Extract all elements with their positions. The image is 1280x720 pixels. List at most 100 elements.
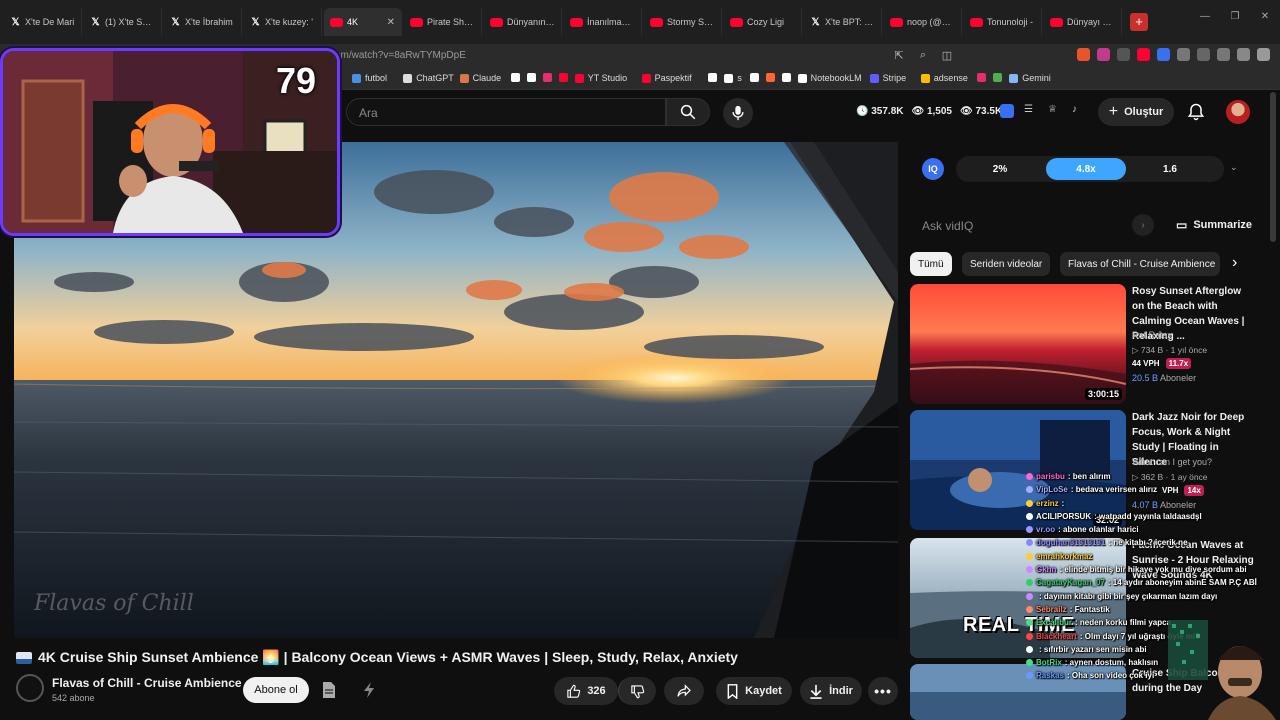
bookmark-item[interactable] (526, 73, 540, 82)
chat-message: parisbu: ben alırım (1026, 470, 1280, 483)
browser-tab[interactable]: 𝕏 X'te De Mari (4, 8, 82, 36)
download-button[interactable]: İndir (800, 677, 862, 705)
trophy-icon[interactable]: ♕ (1048, 104, 1062, 118)
list-icon[interactable]: ☰ (1024, 104, 1038, 118)
bookmark-item[interactable]: Claude (459, 73, 501, 83)
wallet-icon[interactable] (1217, 48, 1230, 61)
x-icon: 𝕏 (11, 16, 20, 28)
bookmark-item[interactable] (765, 73, 779, 82)
extension-icon[interactable] (1117, 48, 1130, 61)
browser-tab[interactable]: 𝕏 (1) X'te Shar (84, 8, 162, 36)
like-button[interactable]: 326 (554, 677, 618, 705)
account-avatar[interactable] (1226, 100, 1250, 124)
vidiq-icon[interactable] (1000, 104, 1014, 118)
chip-channel[interactable]: Flavas of Chill - Cruise Ambience (1060, 252, 1220, 276)
vidiq-badge[interactable]: IQ (922, 158, 944, 180)
bookmark-item[interactable] (542, 73, 556, 82)
zoom-icon[interactable]: ⌕ (916, 48, 930, 62)
bookmark-item[interactable] (993, 73, 1006, 82)
lightning-icon[interactable] (358, 679, 380, 701)
bookmark-item[interactable]: ChatGPT (403, 73, 454, 83)
vidiq-metric-3[interactable]: 1.6 (1130, 158, 1210, 180)
notification-small-icon[interactable]: ♪ (1072, 104, 1086, 118)
bookmark-item[interactable] (558, 73, 572, 82)
browser-tab[interactable]: 𝕏 X'te BPT: "Bu (804, 8, 882, 36)
summarize-button[interactable]: ▭ Summarize (1176, 218, 1252, 232)
translate-icon[interactable]: ◫ (940, 48, 954, 62)
save-button[interactable]: Kaydet (716, 677, 792, 705)
browser-tab[interactable]: noop (@noo (884, 8, 962, 36)
minimize-icon[interactable]: — (1190, 0, 1220, 32)
vidiq-ext-icon[interactable] (1157, 48, 1170, 61)
new-tab-button[interactable]: + (1130, 13, 1148, 31)
video-thumbnail[interactable]: 3:00:15 (910, 284, 1126, 404)
recommendation-channel[interactable]: What can I get you? (1132, 457, 1212, 467)
bookmark-icon (708, 73, 718, 82)
browser-tab[interactable]: Dünyanın En (484, 8, 562, 36)
transcript-icon[interactable] (318, 679, 340, 701)
vpn-icon[interactable] (1237, 48, 1250, 61)
url-field[interactable]: com/watch?v=8aRwTYMpDpE (330, 50, 466, 61)
share-icon[interactable]: ⇱ (892, 48, 906, 62)
browser-tab[interactable]: Cozy Ligi (724, 8, 802, 36)
chat-text: : aynen dostum, haklısın (1064, 658, 1159, 668)
maximize-icon[interactable]: ❐ (1220, 0, 1250, 32)
puzzle-icon[interactable] (1177, 48, 1190, 61)
bookmark-icon (749, 73, 759, 82)
bookmark-item[interactable]: YT Studio (574, 73, 627, 83)
create-button[interactable]: + Oluştur (1098, 98, 1174, 126)
browser-tab[interactable]: Tonunoloji - (964, 8, 1042, 36)
more-actions-button[interactable]: ••• (868, 677, 898, 705)
vidiq-metric-2[interactable]: 4.8x (1046, 158, 1126, 180)
bookmark-item[interactable]: s (724, 73, 742, 83)
rewards-icon[interactable] (1097, 48, 1110, 61)
browser-tab[interactable]: 𝕏 X'te kuzey: ' (244, 8, 322, 36)
channel-avatar[interactable] (16, 674, 44, 702)
dislike-button[interactable] (618, 677, 656, 705)
browser-tab[interactable]: 4K ✕ (324, 8, 402, 36)
search-input[interactable]: Ara (346, 98, 666, 126)
recommendation-channel[interactable]: Raf Ratay (1132, 330, 1172, 340)
bookmark-item[interactable]: NotebookLM (797, 73, 862, 83)
bookmark-item[interactable]: futbol (352, 73, 387, 83)
voice-search-button[interactable] (723, 98, 753, 128)
chat-badge-icon (1026, 566, 1033, 574)
vph-badge: 44 VPH 11.7x (1132, 358, 1192, 369)
bookmark-item[interactable]: adsense (920, 73, 968, 83)
search-button[interactable] (666, 98, 710, 126)
browser-tab[interactable]: Pirate Ship A (404, 8, 482, 36)
channel-name[interactable]: Flavas of Chill - Cruise Ambience (52, 676, 242, 690)
bookmark-item[interactable] (781, 73, 795, 82)
browser-tab[interactable]: İnanılmaz Mı (564, 8, 642, 36)
bookmark-item[interactable] (977, 73, 990, 82)
share-button[interactable] (664, 677, 704, 705)
chevron-right-icon[interactable]: › (1132, 214, 1154, 236)
close-window-icon[interactable]: ✕ (1250, 0, 1280, 32)
menu-icon[interactable] (1257, 48, 1270, 61)
vidiq-metric-1[interactable]: 2% (960, 158, 1040, 180)
bookmark-item[interactable]: Stripe (869, 73, 906, 83)
close-tab-icon[interactable]: ✕ (387, 17, 395, 28)
chip-all[interactable]: Tümü (910, 252, 952, 276)
ask-vidiq-input[interactable]: Ask vidIQ › (910, 208, 1162, 242)
sidebar-icon[interactable] (1197, 48, 1210, 61)
brave-shield-icon[interactable] (1077, 48, 1090, 61)
notifications-bell-icon[interactable] (1186, 102, 1206, 122)
chip-series[interactable]: Seriden videolar (962, 252, 1051, 276)
recommendation-item[interactable]: 3:00:15 Rosy Sunset Afterglow on the Bea… (910, 284, 1252, 404)
bookmark-item[interactable]: Paspektif (641, 73, 692, 83)
bookmark-item[interactable]: Gemini (1009, 73, 1051, 83)
scrollbar[interactable] (1270, 92, 1276, 242)
subscribe-button[interactable]: Abone ol (243, 677, 309, 703)
browser-tab[interactable]: Stormy Soun (644, 8, 722, 36)
browser-tab[interactable]: 𝕏 X'te İbrahim (164, 8, 242, 36)
bookmark-item[interactable] (708, 73, 721, 82)
browser-tab[interactable]: Dünyayı Kur (1044, 8, 1122, 36)
chat-username: Gkhn (1036, 565, 1057, 575)
chips-next-icon[interactable]: › (1232, 254, 1237, 272)
youtube-ext-icon[interactable] (1137, 48, 1150, 61)
window-controls: — ❐ ✕ (1190, 0, 1280, 32)
chevron-down-icon[interactable]: ⌄ (1230, 162, 1238, 173)
bookmark-item[interactable] (749, 73, 763, 82)
bookmark-item[interactable] (510, 73, 524, 82)
